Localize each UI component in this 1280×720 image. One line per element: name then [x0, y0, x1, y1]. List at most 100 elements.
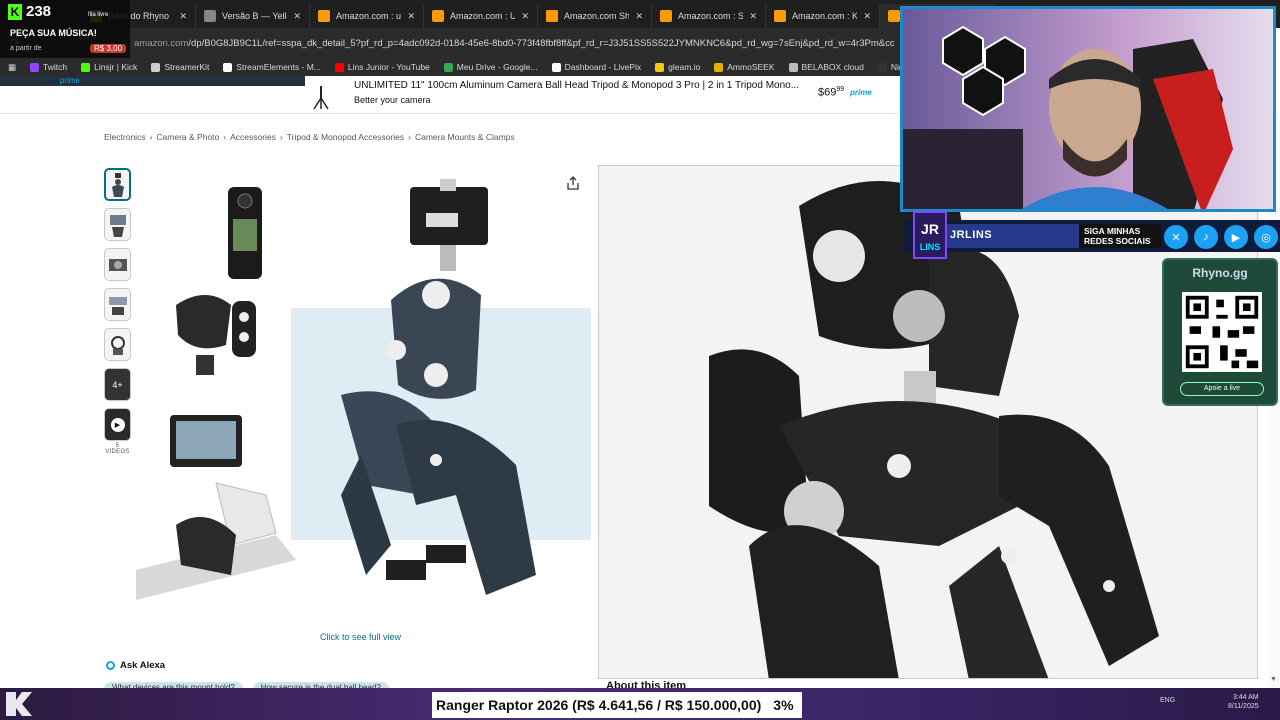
close-tab-icon[interactable]: ✕: [635, 11, 643, 22]
scroll-down-arrow-icon[interactable]: ▼: [1270, 676, 1277, 683]
breadcrumb: Electronics › Camera & Photo › Accessories › T…: [104, 132, 515, 142]
bookmark-item[interactable]: BELABOX cloud: [788, 62, 864, 72]
song-request-label: PEÇA SUA MÚSICA!: [10, 28, 97, 38]
tripod-thumbnail-icon: [313, 86, 329, 110]
browser-tab[interactable]: Amazon.com : SM ✕: [652, 4, 766, 28]
price-whole: $69: [818, 86, 837, 99]
bookmark-item[interactable]: StreamerKit: [151, 62, 209, 72]
clock-time: 3:44 AM: [1232, 694, 1259, 701]
close-tab-icon[interactable]: ✕: [521, 11, 529, 22]
breadcrumb-link[interactable]: Camera & Photo: [156, 132, 219, 142]
bookmark-item[interactable]: Lins Junior - YouTube: [334, 62, 430, 72]
bookmark-favicon-icon: [223, 62, 233, 72]
thumbnail-4[interactable]: [104, 288, 131, 321]
goal-text: Ranger Raptor 2026 (R$ 4.641,56 / R$ 150…: [436, 697, 762, 713]
tab-title: Amazon.com : ULA: [450, 11, 515, 21]
more-images-thumbnail[interactable]: 4+: [104, 368, 131, 401]
streamer-name: JRLINS: [950, 229, 993, 241]
breadcrumb-link[interactable]: Electronics: [104, 132, 146, 142]
sticky-product-bar: prime UNLIMITED 11" 100cm Aluminum Camer…: [0, 76, 900, 114]
close-tab-icon[interactable]: ✕: [407, 11, 415, 22]
screen: Baile do Rhyno✕Versão B — Yellow✕Amazon.…: [0, 0, 1280, 720]
bookmark-label: gleam.io: [668, 62, 701, 72]
youtube-icon: ▶: [1224, 225, 1248, 249]
close-tab-icon[interactable]: ✕: [863, 11, 871, 22]
amazon-icon: [774, 10, 786, 22]
breadcrumb-separator: ›: [149, 132, 153, 142]
thumbnail-5[interactable]: [104, 328, 131, 361]
svg-text:LINS: LINS: [920, 242, 941, 252]
bookmark-label: StreamElements - M...: [236, 62, 321, 72]
bookmark-label: BELABOX cloud: [801, 62, 864, 72]
play-icon: ▶: [110, 417, 125, 432]
bookmark-item[interactable]: Nightbot - Comm: [877, 62, 900, 72]
address-bar[interactable]: ⟳ amazon.com/dp/B0G8JB9C1L/ref=sspa_dk_d…: [0, 28, 900, 58]
qr-title: Rhyno.gg: [1192, 266, 1248, 280]
bookmark-favicon-icon: [877, 62, 887, 72]
bookmark-item[interactable]: AmmoSEEK: [714, 62, 775, 72]
kick-watermark-icon: [6, 692, 32, 716]
streamer-webcam-feed: [903, 9, 1273, 209]
main-product-image[interactable]: [136, 165, 591, 615]
bookmark-favicon-icon: [714, 62, 724, 72]
amazon-icon: [660, 10, 672, 22]
share-icon[interactable]: [566, 176, 580, 190]
amazon-icon: [546, 10, 558, 22]
queue-label: fila livre: [88, 12, 109, 18]
kick-logo-icon: K: [8, 4, 22, 20]
bookmark-item[interactable]: gleam.io: [655, 62, 700, 72]
breadcrumb-link[interactable]: Tripod & Monopod Accessories: [287, 132, 404, 142]
ja-lins-logo: JR LINS: [913, 211, 947, 259]
close-tab-icon[interactable]: ✕: [293, 11, 301, 22]
browser-tab[interactable]: Versão B — Yellow ✕: [196, 4, 310, 28]
kick-music-widget: K 238 fila livre PEÇA SUA MÚSICA! a part…: [0, 0, 130, 58]
thumbnail-3[interactable]: [104, 248, 131, 281]
tiktok-icon: ♪: [1194, 225, 1218, 249]
bookmark-favicon-icon: [788, 62, 798, 72]
browser-tab[interactable]: Amazon.com : ULA ✕: [424, 4, 538, 28]
follow-cta: SIGA MINHAS REDES SOCIAIS: [1084, 226, 1151, 246]
breadcrumb-link[interactable]: Accessories: [230, 132, 276, 142]
amazon-icon: [318, 10, 330, 22]
donation-goal: Ranger Raptor 2026 (R$ 4.641,56 / R$ 150…: [432, 692, 802, 718]
bookmarks-bar: ▦ Twitch Linsjr | Kick StreamerKit StreamEl…: [0, 58, 900, 76]
x-icon: ✕: [1164, 225, 1188, 249]
support-qr-widget: Rhyno.gg Apoie a live: [1162, 258, 1278, 406]
sticky-product-title[interactable]: UNLIMITED 11" 100cm Aluminum Camera Ball…: [354, 80, 804, 91]
thumbnail-1[interactable]: [104, 168, 131, 201]
bookmark-item[interactable]: Linsjr | Kick: [81, 62, 137, 72]
tab-title: Amazon.com Shop: [564, 11, 630, 21]
request-price: R$ 3,00: [90, 44, 127, 53]
bookmark-favicon-icon: [151, 62, 161, 72]
url-path: /dp/B0G8JB9C1L/ref=sspa_dk_detail_5?pf_r…: [188, 37, 894, 49]
apps-grid-icon[interactable]: ▦: [8, 62, 16, 73]
browser-tab[interactable]: Amazon.com : K&F ✕: [766, 4, 880, 28]
bookmark-label: Lins Junior - YouTube: [347, 62, 430, 72]
bookmark-item[interactable]: Dashboard - LivePix: [551, 62, 641, 72]
viewer-count: 238: [26, 3, 52, 20]
browser-tab[interactable]: Amazon.com : ular ✕: [310, 4, 424, 28]
thumbnail-2[interactable]: [104, 208, 131, 241]
bookmark-favicon-icon: [551, 62, 561, 72]
sticky-product-subtitle: Better your camera: [354, 95, 431, 105]
close-tab-icon[interactable]: ✕: [179, 11, 187, 22]
browser-tab[interactable]: Amazon.com Shop ✕: [538, 4, 652, 28]
close-tab-icon[interactable]: ✕: [749, 11, 757, 22]
instagram-icon: ◎: [1254, 225, 1278, 249]
videos-thumbnail[interactable]: ▶: [104, 408, 131, 441]
full-view-link[interactable]: Click to see full view: [320, 632, 401, 642]
bookmark-item[interactable]: Meu Drive - Google...: [443, 62, 538, 72]
breadcrumb-separator: ›: [279, 132, 283, 142]
clamp-mount-illustration: [136, 179, 591, 600]
bookmark-label: Nightbot - Comm: [890, 62, 900, 72]
tab-title: Amazon.com : SM: [678, 11, 744, 21]
support-cta: Apoie a live: [1180, 382, 1264, 396]
bookmark-item[interactable]: StreamElements - M...: [223, 62, 321, 72]
url-field[interactable]: amazon.com/dp/B0G8JB9C1L/ref=sspa_dk_det…: [64, 38, 894, 49]
breadcrumb-link[interactable]: Camera Mounts & Clamps: [415, 132, 515, 142]
price-fraction: 99: [836, 86, 845, 93]
amazon-icon: [888, 10, 900, 22]
breadcrumb-separator: ›: [408, 132, 411, 142]
bookmark-item[interactable]: Twitch: [30, 62, 67, 72]
follow-cta-line1: SIGA MINHAS: [1084, 226, 1141, 236]
